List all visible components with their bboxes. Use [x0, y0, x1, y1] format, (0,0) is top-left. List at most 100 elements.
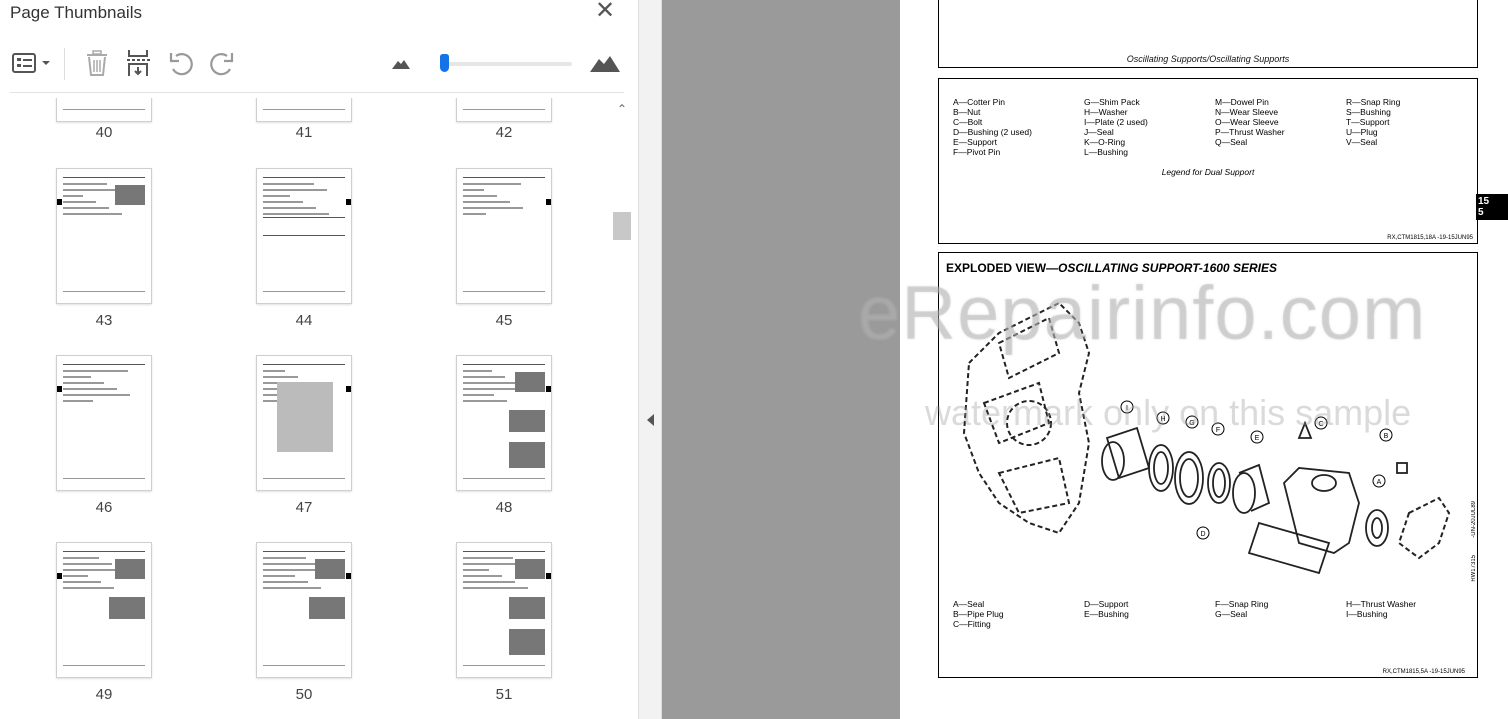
rotate-counterclockwise-icon — [169, 53, 193, 76]
delete-page-button[interactable] — [82, 48, 112, 78]
zoom-out-thumbnails-button[interactable] — [390, 48, 412, 78]
legend-exploded-ref: RX,CTM1815,5A -19-15JUN95 — [1382, 669, 1465, 675]
collapse-panel-icon[interactable] — [647, 414, 654, 426]
legend-exploded-entry: E—Bushing — [1084, 609, 1129, 619]
legend-dual-entry: F—Pivot Pin — [953, 147, 1001, 157]
legend-dual-col1: A—Cotter Pin B—Nut C—Bolt D—Bushing (2 used… — [953, 97, 1032, 157]
legend-exploded-entry: D—Support — [1084, 599, 1129, 609]
thumbnail-toolbar — [0, 42, 628, 88]
header-box: Oscillating Supports/Oscillating Support… — [938, 0, 1478, 68]
legend-dual-entry: C—Bolt — [953, 117, 983, 127]
legend-exploded-entry: F—Snap Ring — [1215, 599, 1269, 609]
header-caption: Oscillating Supports/Oscillating Support… — [1126, 54, 1290, 64]
legend-dual-entry: O—Wear Sleeve — [1215, 117, 1279, 127]
legend-dual-entry: K—O-Ring — [1084, 137, 1126, 147]
legend-dual-box: A—Cotter Pin B—Nut C—Bolt D—Bushing (2 used… — [938, 78, 1478, 244]
page-thumbnails-panel: Page Thumbnails ✕ 40 41 42 43 44 45 46 4… — [0, 0, 638, 719]
legend-dual-entry: G—Shim Pack — [1084, 97, 1140, 107]
page-thumbnail[interactable] — [456, 355, 552, 491]
page-thumbnail[interactable] — [456, 98, 552, 122]
legend-exploded-entry: G—Seal — [1215, 609, 1248, 619]
page-thumbnail[interactable] — [256, 355, 352, 491]
rotate-counterclockwise-button[interactable] — [166, 48, 196, 78]
page-thumbnail[interactable] — [456, 168, 552, 304]
page-thumbnail[interactable] — [256, 542, 352, 678]
legend-dual-caption: Legend for Dual Support — [1161, 167, 1255, 177]
legend-exploded-entry: A—Seal — [953, 599, 985, 609]
scroll-up-arrow-icon[interactable]: ⌃ — [613, 98, 631, 120]
toolbar-separator — [64, 48, 65, 80]
page-thumbnail[interactable] — [56, 168, 152, 304]
panel-title: Page Thumbnails — [10, 3, 142, 22]
legend-dual-entry: A—Cotter Pin — [953, 97, 1005, 107]
trash-icon — [87, 50, 107, 76]
rotate-clockwise-button[interactable] — [207, 48, 237, 78]
legend-dual-col2: G—Shim Pack H—Washer I—Plate (2 used) J—Sea… — [1084, 97, 1148, 157]
thumbnail-scrollbar[interactable]: ⌃ — [613, 98, 631, 719]
legend-dual-entry: I—Plate (2 used) — [1084, 117, 1148, 127]
legend-dual-entry: V—Seal — [1346, 137, 1378, 147]
legend-dual-entry: P—Thrust Washer — [1215, 127, 1285, 137]
legend-dual-col4: R—Snap Ring S—Bushing T—Support U—Plug V—Sea… — [1346, 97, 1400, 147]
large-mountain-icon — [590, 56, 620, 72]
page-number-label: 50 — [295, 686, 313, 703]
section-tab-top: 15 — [1478, 196, 1490, 207]
page-thumbnail[interactable] — [56, 542, 152, 678]
thumbnail-grid: 40 41 42 43 44 45 46 47 48 49 50 51 — [0, 98, 612, 719]
page-number-label: 51 — [495, 686, 513, 703]
page-number-label: 40 — [95, 124, 113, 141]
scrollbar-thumb[interactable] — [613, 212, 631, 240]
document-page: Oscillating Supports/Oscillating Support… — [900, 0, 1508, 719]
page-thumbnail[interactable] — [56, 98, 152, 122]
legend-dual-entry: T—Support — [1346, 117, 1390, 127]
insert-pages-icon — [127, 50, 151, 76]
page-number-label: 44 — [295, 312, 313, 329]
legend-dual-entry: J—Seal — [1084, 127, 1114, 137]
thumbnail-size-slider[interactable] — [439, 54, 572, 72]
panel-splitter[interactable] — [638, 0, 662, 719]
watermark-notice: watermark only on this sample — [925, 392, 1412, 433]
rotate-clockwise-icon — [210, 53, 234, 76]
zoom-in-thumbnails-button[interactable] — [588, 48, 622, 78]
page-thumbnail[interactable] — [256, 168, 352, 304]
legend-dual-entry: N—Wear Sleeve — [1215, 107, 1279, 117]
document-background — [662, 0, 900, 719]
callout-e: E — [1255, 435, 1260, 442]
legend-dual-entry: D—Bushing (2 used) — [953, 127, 1032, 137]
section-tab: 15 5 — [1476, 194, 1508, 220]
panel-divider — [10, 92, 624, 93]
page-number-label: 46 — [95, 499, 113, 516]
legend-dual-entry: S—Bushing — [1346, 107, 1391, 117]
callout-d: D — [1200, 531, 1205, 538]
thumbnail-options-button[interactable] — [10, 48, 54, 78]
thumbnail-size-slider-handle[interactable] — [439, 54, 449, 72]
watermark-site: eRepairinfo.com — [858, 271, 1427, 356]
legend-dual-entry: M—Dowel Pin — [1215, 97, 1269, 107]
legend-dual-entry: U—Plug — [1346, 127, 1378, 137]
legend-exploded-col1: A—Seal B—Pipe Plug C—Fitting — [953, 599, 1004, 629]
legend-exploded-entry: B—Pipe Plug — [953, 609, 1004, 619]
page-number-label: 42 — [495, 124, 513, 141]
legend-dual-entry: L—Bushing — [1084, 147, 1128, 157]
close-icon[interactable]: ✕ — [594, 0, 616, 23]
legend-exploded-entry: I—Bushing — [1346, 609, 1388, 619]
legend-exploded-col2: D—Support E—Bushing — [1084, 599, 1129, 619]
thumbnail-options-icon — [12, 53, 50, 73]
legend-dual-entry: H—Washer — [1084, 107, 1128, 117]
page-thumbnail[interactable] — [256, 98, 352, 122]
page-number-label: 43 — [95, 312, 113, 329]
legend-exploded-col3: F—Snap Ring G—Seal — [1215, 599, 1268, 619]
section-tab-bottom: 5 — [1478, 207, 1484, 218]
page-thumbnail[interactable] — [456, 542, 552, 678]
legend-dual-entry: R—Snap Ring — [1346, 97, 1401, 107]
page-number-label: 47 — [295, 499, 313, 516]
page-number-label: 45 — [495, 312, 513, 329]
legend-exploded-col4: H—Thrust Washer I—Bushing — [1346, 599, 1416, 619]
page-number-label: 41 — [295, 124, 313, 141]
page-thumbnail[interactable] — [56, 355, 152, 491]
insert-pages-button[interactable] — [124, 48, 154, 78]
callout-a: A — [1377, 479, 1382, 486]
page-number-label: 48 — [495, 499, 513, 516]
small-mountain-icon — [392, 60, 410, 69]
pdf-viewer: Page Thumbnails ✕ 40 41 42 43 44 45 46 4… — [0, 0, 1508, 719]
